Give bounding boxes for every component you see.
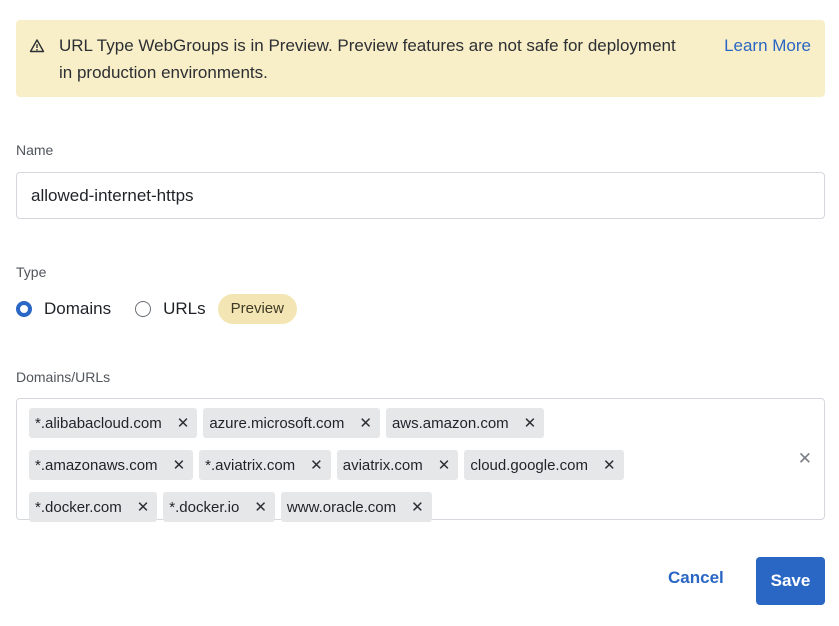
type-label: Type bbox=[16, 264, 47, 280]
domain-tag: aviatrix.com ✕ bbox=[336, 450, 459, 480]
domain-tag: *.docker.com ✕ bbox=[29, 492, 158, 522]
type-radio-group: Domains URLs Preview bbox=[16, 293, 297, 325]
remove-tag-icon[interactable]: ✕ bbox=[436, 456, 453, 474]
tag-label: *.aviatrix.com bbox=[205, 456, 296, 474]
radio-domains-indicator[interactable] bbox=[16, 301, 32, 317]
tag-label: azure.microsoft.com bbox=[209, 414, 345, 432]
tag-label: *.alibabacloud.com bbox=[35, 414, 162, 432]
tag-label: www.oracle.com bbox=[286, 498, 397, 516]
remove-tag-icon[interactable]: ✕ bbox=[409, 498, 426, 516]
remove-tag-icon[interactable]: ✕ bbox=[357, 414, 374, 432]
clear-all-icon[interactable]: ✕ bbox=[798, 449, 812, 469]
preview-badge: Preview bbox=[217, 294, 297, 324]
preview-warning-banner: URL Type WebGroups is in Preview. Previe… bbox=[16, 20, 825, 97]
domain-tag: cloud.google.com ✕ bbox=[464, 450, 624, 480]
cancel-button[interactable]: Cancel bbox=[668, 568, 724, 588]
name-label: Name bbox=[16, 142, 54, 158]
domain-tag: azure.microsoft.com ✕ bbox=[203, 408, 380, 438]
banner-message: URL Type WebGroups is in Preview. Previe… bbox=[59, 36, 676, 82]
domain-tag: *.alibabacloud.com ✕ bbox=[29, 408, 198, 438]
domain-tag: aws.amazon.com ✕ bbox=[385, 408, 545, 438]
warning-triangle-icon bbox=[29, 39, 45, 53]
remove-tag-icon[interactable]: ✕ bbox=[252, 498, 269, 516]
domains-urls-input[interactable]: *.alibabacloud.com ✕ azure.microsoft.com ✕… bbox=[16, 398, 825, 522]
remove-tag-icon[interactable]: ✕ bbox=[522, 414, 539, 432]
domain-tag: *.amazonaws.com ✕ bbox=[29, 450, 194, 480]
learn-more-link[interactable]: Learn More bbox=[724, 32, 811, 59]
remove-tag-icon[interactable]: ✕ bbox=[171, 456, 188, 474]
save-button[interactable]: Save bbox=[756, 557, 825, 605]
tag-label: *.amazonaws.com bbox=[35, 456, 158, 474]
domains-urls-label: Domains/URLs bbox=[16, 369, 111, 385]
tag-label: aws.amazon.com bbox=[391, 414, 509, 432]
remove-tag-icon[interactable]: ✕ bbox=[175, 414, 192, 432]
tag-label: cloud.google.com bbox=[470, 456, 588, 474]
domain-tag: *.docker.io ✕ bbox=[163, 492, 275, 522]
radio-domains[interactable]: Domains bbox=[16, 299, 111, 319]
tag-label: *.docker.com bbox=[35, 498, 122, 516]
remove-tag-icon[interactable]: ✕ bbox=[135, 498, 152, 516]
remove-tag-icon[interactable]: ✕ bbox=[601, 456, 618, 474]
name-input[interactable] bbox=[16, 172, 825, 219]
radio-urls-label: URLs bbox=[163, 299, 206, 318]
tag-list: *.alibabacloud.com ✕ azure.microsoft.com ✕… bbox=[29, 408, 749, 522]
radio-urls[interactable]: URLs bbox=[135, 299, 206, 319]
remove-tag-icon[interactable]: ✕ bbox=[308, 456, 325, 474]
domain-tag: www.oracle.com ✕ bbox=[280, 492, 432, 522]
radio-urls-indicator[interactable] bbox=[135, 301, 152, 317]
domain-tag: *.aviatrix.com ✕ bbox=[199, 450, 331, 480]
tag-label: aviatrix.com bbox=[342, 456, 423, 474]
tag-label: *.docker.io bbox=[169, 498, 240, 516]
radio-domains-label: Domains bbox=[44, 299, 112, 318]
